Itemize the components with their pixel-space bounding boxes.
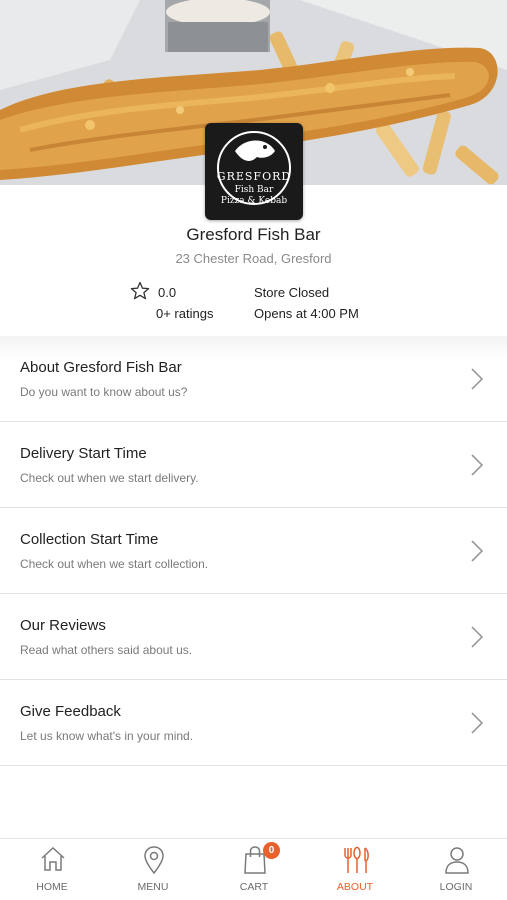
tab-label: CART <box>239 881 269 893</box>
location-pin-icon <box>144 846 164 875</box>
tab-label: HOME <box>36 881 68 893</box>
rating-value: 0.0 <box>158 285 177 300</box>
give-feedback-row[interactable]: Give Feedback Let us know what's in your… <box>0 680 507 766</box>
row-subtitle: Check out when we start delivery. <box>20 471 199 485</box>
our-reviews-row[interactable]: Our Reviews Read what others said about … <box>0 594 507 680</box>
row-subtitle: Let us know what's in your mind. <box>20 729 194 743</box>
row-title: Give Feedback <box>20 703 121 720</box>
row-title: Collection Start Time <box>20 531 159 548</box>
store-status: Store Closed <box>254 285 330 300</box>
chevron-right-icon <box>471 712 484 734</box>
row-title: About Gresford Fish Bar <box>20 359 182 376</box>
chevron-right-icon <box>471 540 484 562</box>
tab-cart[interactable]: 0 CART <box>204 839 304 900</box>
home-icon <box>41 846 65 871</box>
row-subtitle: Do you want to know about us? <box>20 385 188 399</box>
star-icon <box>130 281 150 300</box>
opening-time: Opens at 4:00 PM <box>254 306 359 321</box>
logo-line-1: GRESFORD <box>216 170 292 183</box>
tab-label: LOGIN <box>439 881 473 893</box>
tab-login[interactable]: LOGIN <box>406 839 506 900</box>
cart-count-badge: 0 <box>263 842 280 859</box>
delivery-start-time-row[interactable]: Delivery Start Time Check out when we st… <box>0 422 507 508</box>
user-icon <box>445 847 469 874</box>
store-name: Gresford Fish Bar <box>186 225 321 244</box>
logo-line-3: Pizza & Kebab <box>220 196 288 206</box>
row-subtitle: Check out when we start collection. <box>20 557 209 571</box>
logo-line-2: Fish Bar <box>234 185 274 195</box>
tab-label: ABOUT <box>336 881 374 893</box>
bottom-tab-bar: HOME MENU 0 CART ABOUT LOGIN <box>0 838 507 900</box>
row-title: Our Reviews <box>20 617 106 634</box>
ratings-count: 0+ ratings <box>156 306 214 321</box>
about-menu-list: About Gresford Fish Bar Do you want to k… <box>0 336 507 766</box>
chevron-right-icon <box>471 454 484 476</box>
chevron-right-icon <box>471 368 484 390</box>
store-address: 23 Chester Road, Gresford <box>175 251 332 266</box>
about-us-row[interactable]: About Gresford Fish Bar Do you want to k… <box>0 336 507 422</box>
tab-home[interactable]: HOME <box>2 839 102 900</box>
tab-label: MENU <box>137 881 169 893</box>
tab-about[interactable]: ABOUT <box>305 839 405 900</box>
fork-knife-icon <box>344 846 369 873</box>
chevron-right-icon <box>471 626 484 648</box>
row-title: Delivery Start Time <box>20 445 147 462</box>
store-logo: GRESFORD Fish Bar Pizza & Kebab <box>205 123 303 220</box>
row-subtitle: Read what others said about us. <box>20 643 193 657</box>
collection-start-time-row[interactable]: Collection Start Time Check out when we … <box>0 508 507 594</box>
tab-menu[interactable]: MENU <box>103 839 203 900</box>
